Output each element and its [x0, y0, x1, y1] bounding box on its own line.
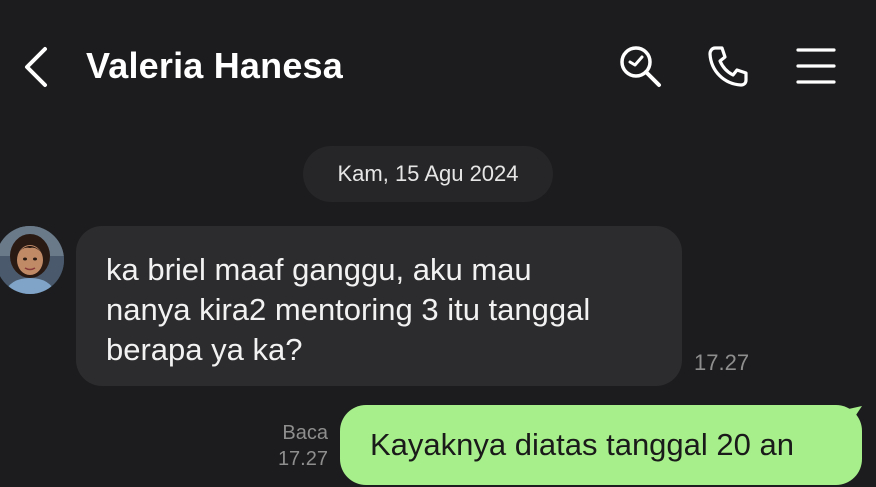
menu-button[interactable] [790, 40, 842, 92]
call-button[interactable] [702, 40, 754, 92]
incoming-message-time: 17.27 [694, 350, 750, 375]
phone-icon [708, 46, 748, 87]
avatar[interactable] [0, 226, 64, 294]
chat-screen: Valeria Hanesa Kam, 15 Agu 2024 ka briel… [0, 0, 876, 487]
chat-header: Valeria Hanesa [0, 0, 876, 130]
chevron-left-icon [25, 47, 47, 87]
outgoing-message-bubble[interactable]: Kayaknya diatas tanggal 20 an [340, 405, 862, 485]
contact-name[interactable]: Valeria Hanesa [86, 44, 343, 88]
search-button[interactable] [614, 40, 666, 92]
avatar-photo [0, 226, 64, 294]
outgoing-message-meta: Baca 17.27 [262, 420, 328, 472]
search-icon [620, 46, 661, 87]
incoming-message-bubble[interactable]: ka briel maaf ganggu, aku mau nanya kira… [76, 226, 682, 386]
date-separator: Kam, 15 Agu 2024 [303, 146, 553, 202]
incoming-message-text: ka briel maaf ganggu, aku mau nanya kira… [106, 252, 591, 367]
back-button[interactable] [14, 40, 58, 94]
menu-icon [796, 48, 836, 84]
outgoing-message-time: 17.27 [277, 448, 328, 470]
read-status: Baca [282, 422, 328, 444]
outgoing-message-text: Kayaknya diatas tanggal 20 an [370, 427, 794, 462]
